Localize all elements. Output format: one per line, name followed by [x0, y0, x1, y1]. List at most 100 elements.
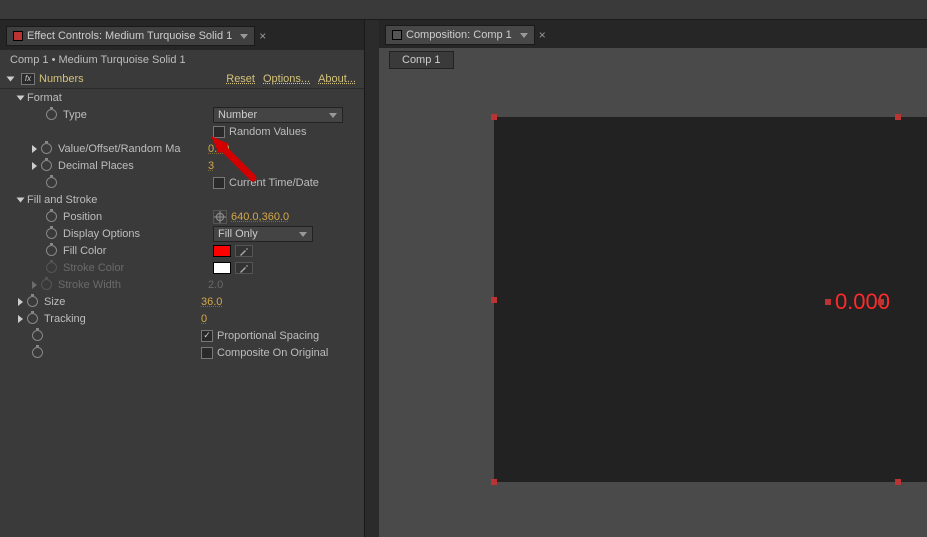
prop-label: Stroke Color: [63, 262, 213, 274]
stopwatch-icon[interactable]: [46, 211, 57, 222]
stopwatch-icon[interactable]: [32, 330, 43, 341]
stopwatch-icon[interactable]: [27, 313, 38, 324]
tab-menu-icon[interactable]: [240, 34, 248, 39]
current-time-row: Current Time/Date: [0, 174, 364, 191]
prop-label: Value/Offset/Random Ma: [58, 143, 208, 155]
composition-panel: Composition: Comp 1 × Comp 1 0.000: [379, 20, 927, 537]
display-options-row: Display Options Fill Only: [0, 225, 364, 242]
composition-viewer[interactable]: 0.000: [379, 72, 927, 537]
fill-stroke-group[interactable]: Fill and Stroke: [0, 191, 364, 208]
twirl-icon[interactable]: [18, 298, 23, 306]
about-link[interactable]: About...: [318, 73, 356, 85]
effect-header[interactable]: fx Numbers Reset Options... About...: [0, 70, 364, 89]
prop-label: Display Options: [63, 228, 213, 240]
effect-name: Numbers: [39, 73, 84, 85]
panel-divider[interactable]: [365, 0, 379, 537]
selection-handle[interactable]: [491, 479, 497, 485]
composite-checkbox[interactable]: [201, 347, 213, 359]
numbers-layer[interactable]: 0.000: [825, 289, 884, 315]
stopwatch-icon[interactable]: [46, 245, 57, 256]
stopwatch-icon[interactable]: [41, 160, 52, 171]
decimal-places-value[interactable]: 3: [208, 160, 214, 172]
toolbar-top: [0, 0, 927, 20]
comp-subtab[interactable]: Comp 1: [389, 51, 454, 69]
prop-label: Size: [44, 296, 194, 308]
options-link[interactable]: Options...: [263, 73, 310, 85]
decimal-places-row: Decimal Places 3: [0, 157, 364, 174]
composition-tab[interactable]: Composition: Comp 1: [385, 25, 535, 45]
group-label: Fill and Stroke: [27, 194, 177, 206]
selection-handle[interactable]: [878, 299, 884, 305]
twirl-icon[interactable]: [32, 145, 37, 153]
comp-subtab-strip: Comp 1: [379, 48, 927, 72]
prop-label: Position: [63, 211, 213, 223]
effect-properties: Format Type Number Random Values: [0, 89, 364, 537]
eyedropper-icon[interactable]: [235, 262, 253, 274]
stopwatch-icon[interactable]: [41, 143, 52, 154]
position-crosshair-icon[interactable]: [213, 210, 227, 224]
prop-label: Stroke Width: [58, 279, 208, 291]
checkbox-label: Proportional Spacing: [217, 330, 319, 342]
prop-label: Fill Color: [63, 245, 213, 257]
reset-link[interactable]: Reset: [226, 73, 255, 85]
layer-color-icon: [13, 31, 23, 41]
comp-tab-strip: Composition: Comp 1 ×: [379, 20, 927, 48]
group-label: Format: [27, 92, 177, 104]
twirl-icon[interactable]: [32, 281, 37, 289]
type-select[interactable]: Number: [213, 107, 343, 123]
close-tab-button[interactable]: ×: [539, 28, 546, 42]
twirl-icon[interactable]: [32, 162, 37, 170]
checkbox-label: Current Time/Date: [229, 177, 319, 189]
tab-label: Composition: Comp 1: [406, 29, 512, 41]
composite-row: Composite On Original: [0, 344, 364, 361]
prop-label: Tracking: [44, 313, 194, 325]
close-tab-button[interactable]: ×: [259, 29, 266, 43]
fill-color-row: Fill Color: [0, 242, 364, 259]
eyedropper-icon[interactable]: [235, 245, 253, 257]
stroke-color-swatch[interactable]: [213, 262, 231, 274]
selection-handle[interactable]: [825, 299, 831, 305]
checkbox-label: Random Values: [229, 126, 306, 138]
current-time-checkbox[interactable]: [213, 177, 225, 189]
tab-label: Effect Controls: Medium Turquoise Solid …: [27, 30, 232, 42]
checkbox-label: Composite On Original: [217, 347, 328, 359]
value-offset-row: Value/Offset/Random Ma 0.00: [0, 140, 364, 157]
stopwatch-icon[interactable]: [46, 262, 57, 273]
stopwatch-icon[interactable]: [46, 228, 57, 239]
tab-menu-icon[interactable]: [520, 33, 528, 38]
fx-toggle[interactable]: fx: [21, 73, 35, 85]
twirl-icon[interactable]: [7, 77, 15, 82]
tracking-value[interactable]: 0: [201, 313, 207, 325]
stopwatch-icon[interactable]: [41, 279, 52, 290]
fill-color-swatch[interactable]: [213, 245, 231, 257]
stopwatch-icon[interactable]: [27, 296, 38, 307]
stroke-width-value[interactable]: 2.0: [208, 279, 223, 291]
selection-handle[interactable]: [491, 297, 497, 303]
panel-tab-strip: Effect Controls: Medium Turquoise Solid …: [0, 20, 364, 50]
select-value: Fill Only: [218, 228, 258, 240]
display-options-select[interactable]: Fill Only: [213, 226, 313, 242]
stroke-width-row: Stroke Width 2.0: [0, 276, 364, 293]
selection-handle[interactable]: [491, 114, 497, 120]
stroke-color-row: Stroke Color: [0, 259, 364, 276]
select-value: Number: [218, 109, 257, 121]
twirl-icon[interactable]: [17, 197, 25, 202]
random-values-checkbox[interactable]: [213, 126, 225, 138]
effect-controls-panel: Effect Controls: Medium Turquoise Solid …: [0, 0, 365, 537]
value-offset-value[interactable]: 0.00: [208, 143, 229, 155]
twirl-icon[interactable]: [18, 315, 23, 323]
random-values-row: Random Values: [0, 123, 364, 140]
proportional-checkbox[interactable]: ✓: [201, 330, 213, 342]
effect-controls-tab[interactable]: Effect Controls: Medium Turquoise Solid …: [6, 26, 255, 46]
position-value[interactable]: 640.0,360.0: [231, 211, 289, 223]
twirl-icon[interactable]: [17, 95, 25, 100]
selection-handle[interactable]: [895, 114, 901, 120]
stopwatch-icon[interactable]: [46, 109, 57, 120]
stopwatch-icon[interactable]: [32, 347, 43, 358]
format-group[interactable]: Format: [0, 89, 364, 106]
composition-canvas[interactable]: 0.000: [494, 117, 927, 482]
size-value[interactable]: 36.0: [201, 296, 222, 308]
stopwatch-icon[interactable]: [46, 177, 57, 188]
size-row: Size 36.0: [0, 293, 364, 310]
selection-handle[interactable]: [895, 479, 901, 485]
